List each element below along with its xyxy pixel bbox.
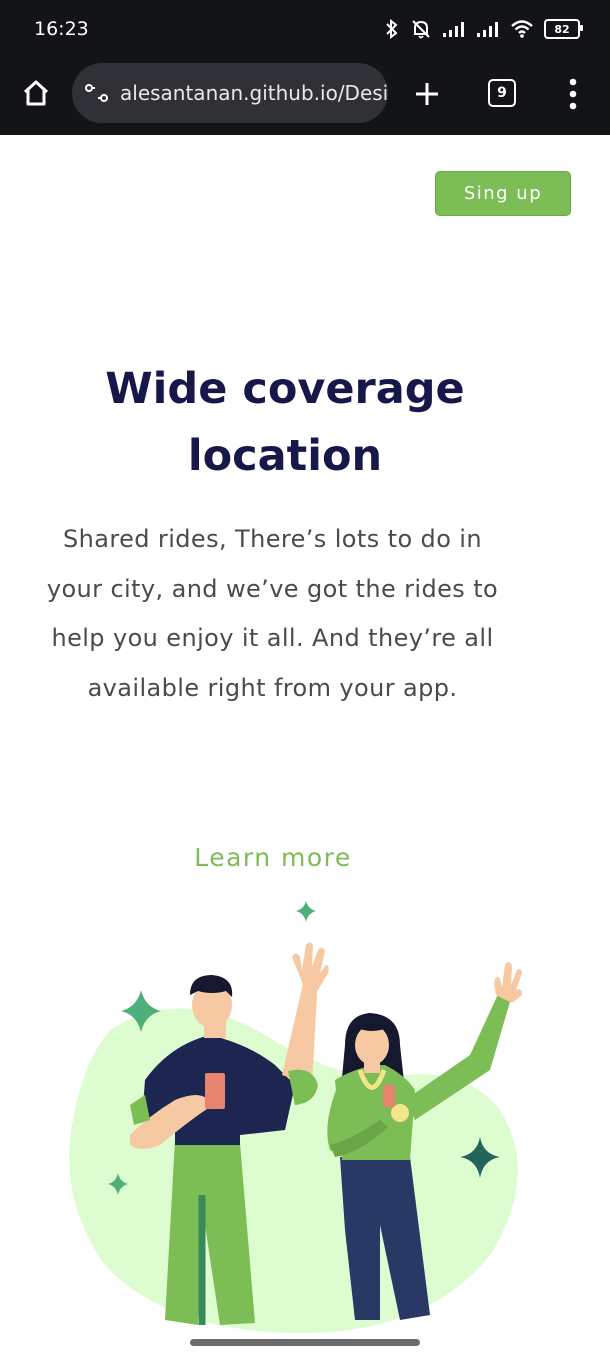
url-text[interactable]: alesantanan.github.io/Desi: [120, 81, 388, 105]
bluetooth-icon: [386, 18, 398, 40]
status-time: 16:23: [34, 18, 89, 40]
browser-top-bar: 16:23 82 alesantanan.github.io/Desi 9: [0, 0, 610, 135]
signal-icon: [443, 22, 464, 37]
battery-icon: 82: [544, 19, 583, 39]
address-bar[interactable]: alesantanan.github.io/Desi: [72, 63, 388, 123]
sparkle-icon: [296, 901, 316, 922]
plus-icon[interactable]: [407, 74, 447, 114]
people-waving-illustration: [69, 901, 522, 1334]
hero-description: Shared rides, There’s lots to do in your…: [46, 525, 499, 702]
home-icon: [23, 80, 49, 106]
gesture-home-indicator[interactable]: [190, 1339, 420, 1346]
hero-title: Wide coverage location: [105, 364, 465, 481]
wifi-icon: [511, 20, 533, 38]
tabs-button[interactable]: 9: [488, 79, 516, 107]
status-icons: 82: [384, 16, 583, 42]
home-button[interactable]: [18, 75, 54, 111]
mute-icon: [412, 20, 430, 39]
learn-more-link[interactable]: Learn more: [170, 843, 376, 872]
site-info-icon[interactable]: [84, 81, 110, 105]
menu-dots-icon[interactable]: [560, 76, 586, 112]
signal-icon: [477, 22, 498, 37]
signup-button[interactable]: Sing up: [435, 171, 571, 216]
